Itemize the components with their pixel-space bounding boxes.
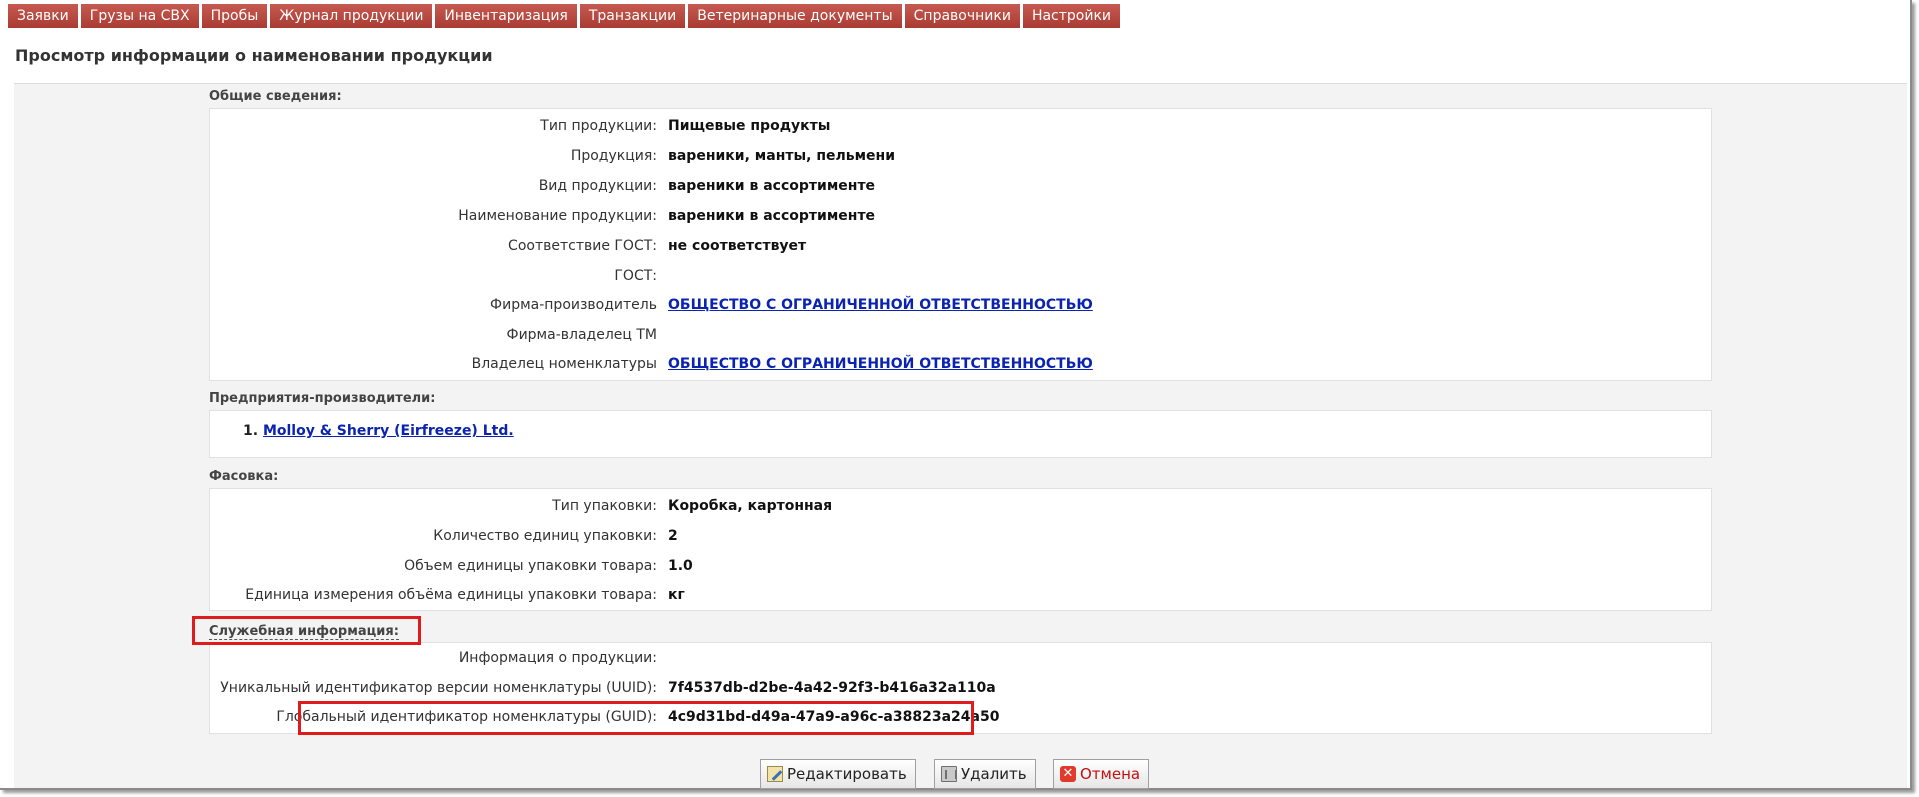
row-value: 2: [668, 528, 678, 544]
delete-button[interactable]: Удалить: [934, 759, 1036, 789]
section-general-label: Общие сведения:: [209, 89, 342, 104]
cancel-button-label: Отмена: [1080, 765, 1141, 783]
tab-zayavki[interactable]: Заявки: [8, 4, 78, 28]
app-window: Заявки Грузы на СВХ Пробы Журнал продукц…: [0, 0, 1912, 790]
row-label: Информация о продукции:: [458, 650, 657, 666]
tab-spravochniki[interactable]: Справочники: [904, 4, 1020, 28]
row-label: ГОСТ:: [614, 268, 657, 284]
tab-inventarizaciya[interactable]: Инвентаризация: [435, 4, 577, 28]
row-value: Пищевые продукты: [668, 118, 831, 134]
row-label: Владелец номенклатуры: [471, 356, 657, 372]
row-value: вареники в ассортименте: [668, 178, 876, 194]
edit-icon: [767, 766, 783, 782]
row-label: Вид продукции:: [538, 178, 657, 194]
row-value: кг: [668, 587, 685, 603]
tab-proby[interactable]: Пробы: [201, 4, 268, 28]
top-nav: Заявки Грузы на СВХ Пробы Журнал продукц…: [8, 4, 1121, 28]
info-row: Количество единиц упаковки: 2: [210, 526, 1711, 546]
row-value: вареники, манты, пельмени: [668, 148, 896, 164]
tab-vet-dokumenty[interactable]: Ветеринарные документы: [688, 4, 902, 28]
section-service-box: Информация о продукции: Уникальный идент…: [209, 642, 1712, 734]
info-row: Информация о продукции:: [210, 648, 1711, 668]
info-row: Вид продукции: вареники в ассортименте: [210, 176, 1711, 196]
section-packing-label: Фасовка:: [209, 469, 279, 484]
info-row: ГОСТ:: [210, 266, 1711, 286]
delete-button-label: Удалить: [961, 765, 1027, 783]
section-packing-box: Тип упаковки: Коробка, картонная Количес…: [209, 488, 1712, 611]
info-row: Тип упаковки: Коробка, картонная: [210, 496, 1711, 516]
section-producers-label: Предприятия-производители:: [209, 391, 436, 406]
cancel-icon: ✕: [1060, 766, 1076, 782]
tab-tranzakcii[interactable]: Транзакции: [579, 4, 686, 28]
tab-nastroyki[interactable]: Настройки: [1022, 4, 1121, 28]
row-label: Количество единиц упаковки:: [433, 528, 657, 544]
page-title: Просмотр информации о наименовании проду…: [15, 46, 493, 65]
tab-gruzy-svh[interactable]: Грузы на СВХ: [80, 4, 199, 28]
info-row: Объем единицы упаковки товара: 1.0: [210, 556, 1711, 576]
nomenclature-owner-link[interactable]: ОБЩЕСТВО С ОГРАНИЧЕННОЙ ОТВЕТСТВЕННОСТЬЮ: [668, 354, 1093, 374]
row-label: Глобальный идентификатор номенклатуры (G…: [276, 709, 657, 725]
row-label: Фирма-производитель: [490, 297, 657, 313]
producer-link[interactable]: Molloy & Sherry (Eirfreeze) Ltd.: [263, 423, 514, 439]
tab-zhurnal-produkcii[interactable]: Журнал продукции: [270, 4, 433, 28]
row-value: 1.0: [668, 558, 693, 574]
row-value: вареники в ассортименте: [668, 208, 876, 224]
row-label: Единица измерения объёма единицы упаковк…: [245, 587, 657, 603]
row-label: Наименование продукции:: [458, 208, 657, 224]
section-service-label[interactable]: Служебная информация:: [209, 624, 399, 640]
row-label: Продукция:: [570, 148, 657, 164]
row-label: Объем единицы упаковки товара:: [404, 558, 657, 574]
row-label: Фирма-владелец ТМ: [506, 327, 657, 343]
row-label: Соответствие ГОСТ:: [508, 238, 657, 254]
edit-button[interactable]: Редактировать: [760, 759, 916, 789]
list-item: 1. Molloy & Sherry (Eirfreeze) Ltd.: [243, 423, 514, 439]
info-row: Единица измерения объёма единицы упаковк…: [210, 585, 1711, 605]
trash-icon: [941, 766, 957, 782]
info-row: Фирма-владелец ТМ: [210, 325, 1711, 345]
info-row: Глобальный идентификатор номенклатуры (G…: [210, 707, 1711, 727]
guid-value: 4c9d31bd-d49a-47a9-a96c-a38823a24a50: [668, 709, 1000, 725]
section-general-box: Тип продукции: Пищевые продукты Продукци…: [209, 108, 1712, 381]
info-row: Тип продукции: Пищевые продукты: [210, 116, 1711, 136]
edit-button-label: Редактировать: [787, 765, 907, 783]
manufacturer-link[interactable]: ОБЩЕСТВО С ОГРАНИЧЕННОЙ ОТВЕТСТВЕННОСТЬЮ: [668, 295, 1093, 315]
info-row: Наименование продукции: вареники в ассор…: [210, 206, 1711, 226]
info-row: Уникальный идентификатор версии номенкла…: [210, 678, 1711, 698]
row-value: не соответствует: [668, 238, 807, 254]
info-row: Продукция: вареники, манты, пельмени: [210, 146, 1711, 166]
row-value: Коробка, картонная: [668, 498, 833, 514]
info-row: Владелец номенклатуры ОБЩЕСТВО С ОГРАНИЧ…: [210, 354, 1711, 374]
row-label: Уникальный идентификатор версии номенкла…: [220, 680, 657, 696]
info-row: Фирма-производитель ОБЩЕСТВО С ОГРАНИЧЕН…: [210, 295, 1711, 315]
row-label: Тип упаковки:: [552, 498, 657, 514]
section-producers-box: 1. Molloy & Sherry (Eirfreeze) Ltd.: [209, 410, 1712, 458]
info-row: Соответствие ГОСТ: не соответствует: [210, 236, 1711, 256]
uuid-value: 7f4537db-d2be-4a42-92f3-b416a32a110a: [668, 680, 996, 696]
row-label: Тип продукции:: [540, 118, 657, 134]
cancel-button[interactable]: ✕ Отмена: [1053, 759, 1150, 789]
list-item-number: 1.: [243, 423, 259, 439]
